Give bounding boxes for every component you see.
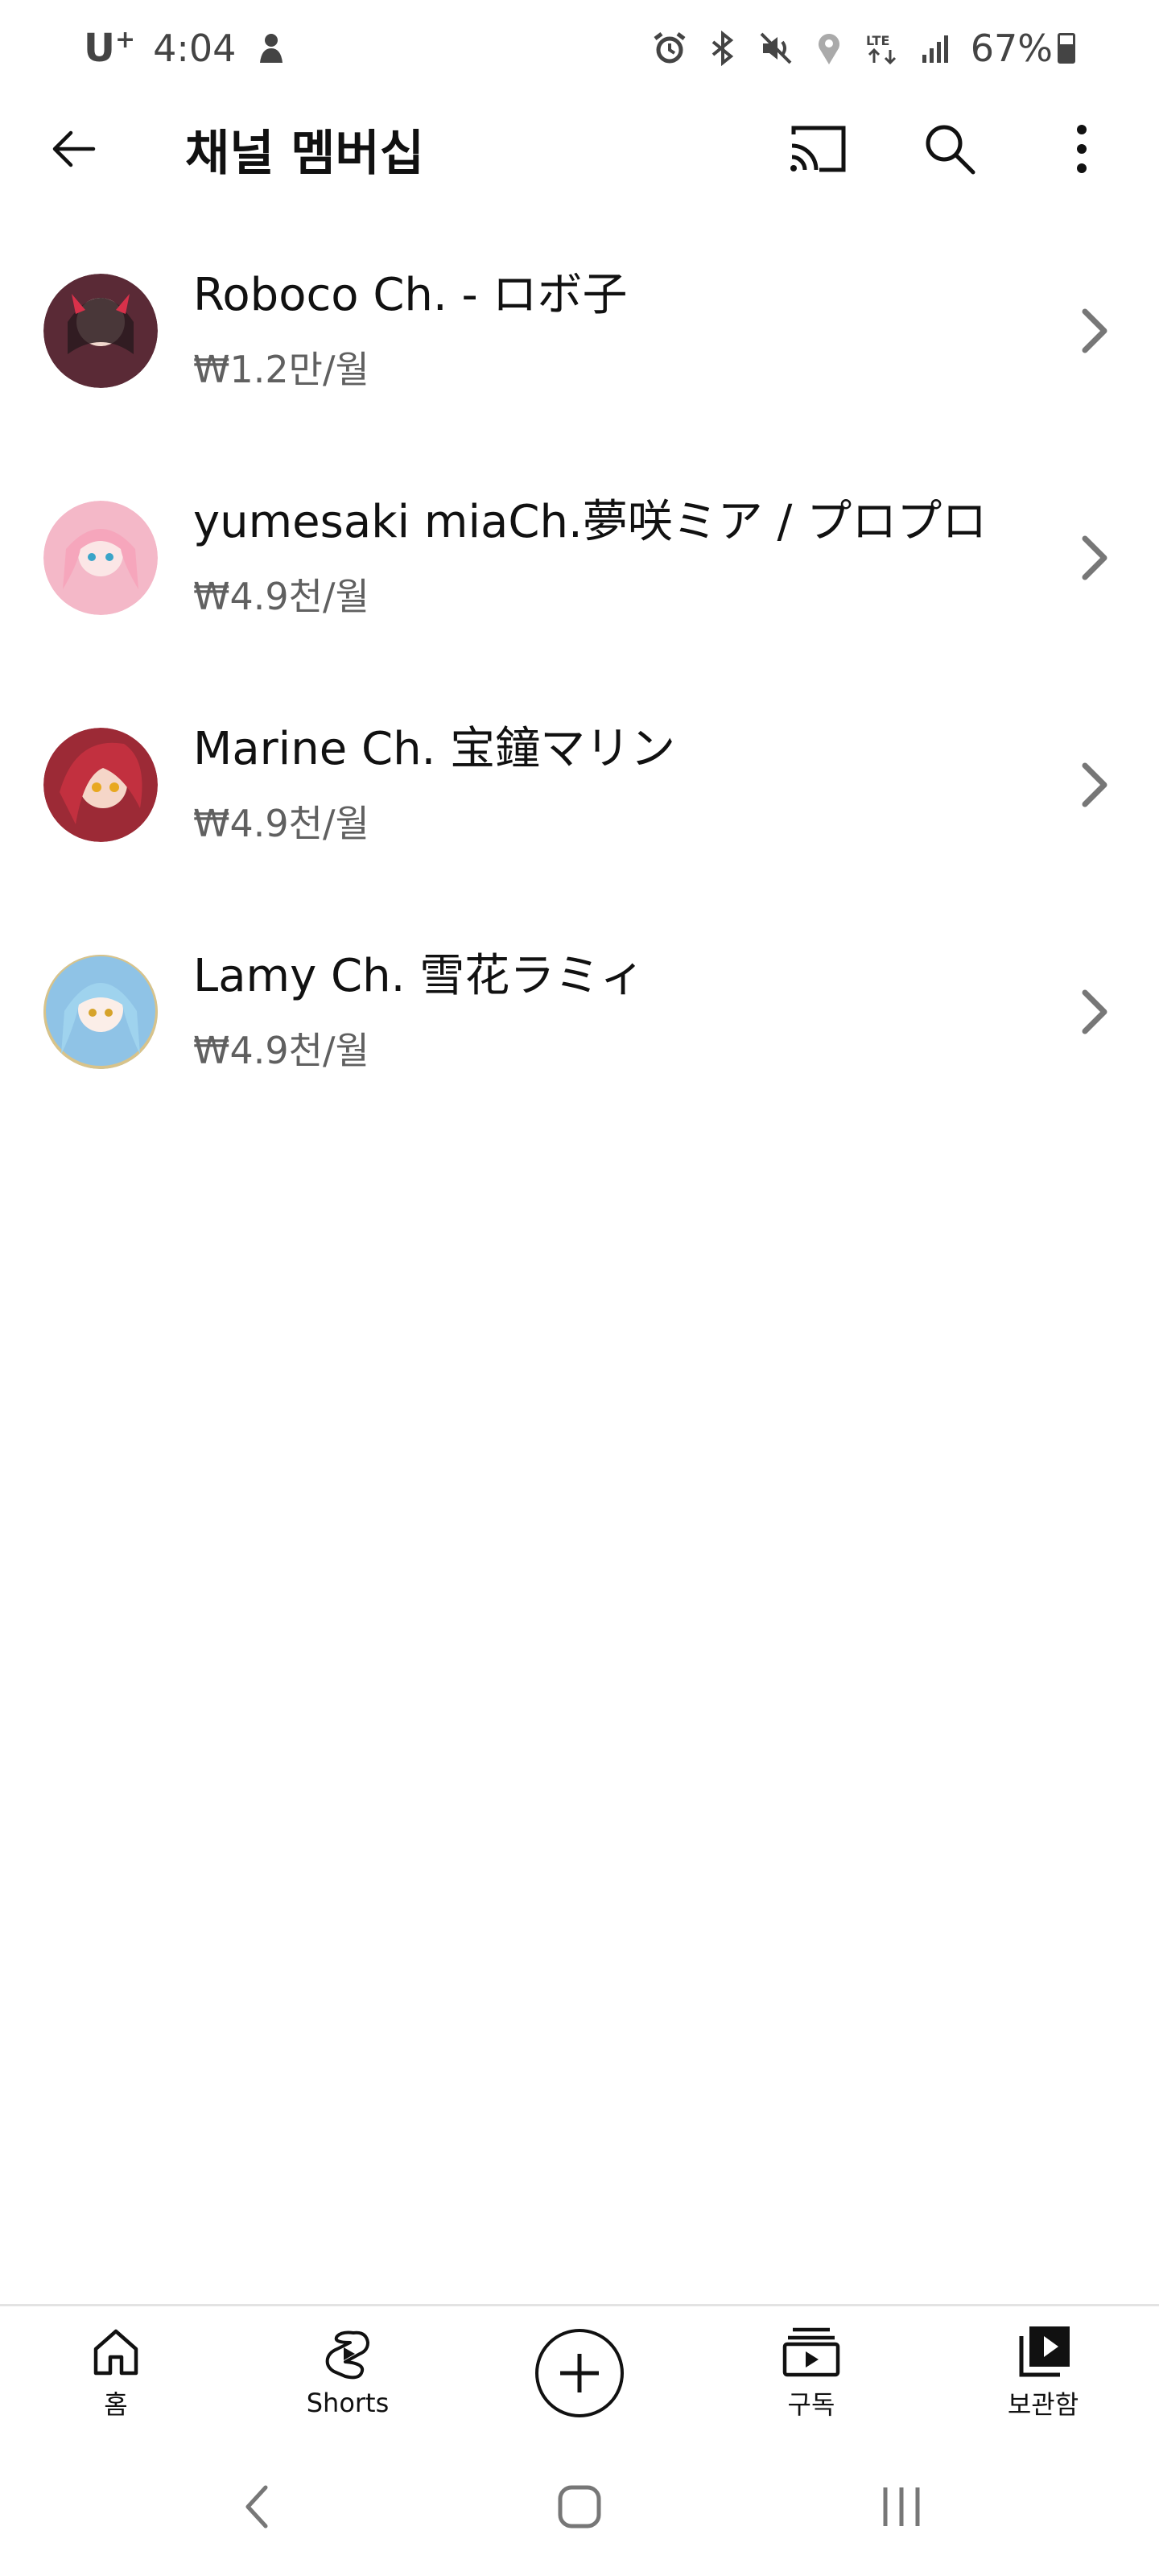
alarm-icon (652, 31, 687, 66)
membership-info: yumesaki miaCh.夢咲ミア / プロプロ ₩4.9천/월 (193, 495, 1062, 620)
battery-fill (1060, 43, 1073, 61)
nav-label-home: 홈 (104, 2389, 128, 2420)
person-icon (254, 31, 289, 66)
status-right: LTE 67% (652, 27, 1075, 70)
channel-avatar (43, 501, 158, 615)
chevron-right-icon (1062, 526, 1127, 590)
channel-name: Lamy Ch. 雪花ラミィ (193, 950, 645, 1003)
cast-icon (790, 126, 846, 172)
status-bar: U+ 4:04 LTE 67% (0, 0, 1159, 97)
chevron-right-icon (1062, 753, 1127, 817)
membership-price: ₩4.9천/월 (193, 1028, 369, 1072)
channel-name: Roboco Ch. - ロボ子 (193, 269, 628, 322)
membership-price: ₩1.2만/월 (193, 347, 369, 391)
membership-price: ₩4.9천/월 (193, 801, 369, 845)
create-icon (560, 2354, 599, 2392)
channel-avatar (43, 955, 158, 1069)
nav-label-library: 보관함 (1007, 2389, 1079, 2420)
channel-name: Marine Ch. 宝鐘マリン (193, 723, 676, 776)
status-time: 4:04 (153, 27, 237, 70)
membership-item[interactable]: Roboco Ch. - ロボ子 ₩1.2만/월 (0, 217, 1159, 444)
library-icon (1019, 2326, 1070, 2377)
search-icon (926, 125, 975, 175)
membership-item[interactable]: yumesaki miaCh.夢咲ミア / プロプロ ₩4.9천/월 (0, 444, 1159, 671)
chevron-right-icon (1062, 299, 1127, 363)
channel-avatar (43, 274, 158, 388)
system-home-icon (558, 2485, 601, 2529)
nav-item-home[interactable]: 홈 (0, 2306, 232, 2440)
signal-icon (918, 31, 953, 66)
system-recents-button[interactable] (845, 2458, 958, 2555)
search-button[interactable] (905, 104, 995, 194)
bluetooth-icon (705, 30, 740, 67)
arrow-back-icon (52, 130, 96, 167)
more-options-button[interactable] (1037, 104, 1127, 194)
system-back-icon (245, 2485, 268, 2529)
app-bar-actions (773, 104, 1127, 194)
chevron-right-icon (1062, 980, 1127, 1044)
svg-text:LTE: LTE (866, 33, 889, 48)
carrier-name: U (84, 26, 115, 71)
battery-indicator: 67% (971, 27, 1075, 70)
membership-item[interactable]: Lamy Ch. 雪花ラミィ ₩4.9천/월 (0, 898, 1159, 1125)
channel-avatar (43, 728, 158, 842)
nav-item-library[interactable]: 보관함 (927, 2306, 1159, 2440)
battery-percent: 67% (970, 27, 1053, 70)
membership-price: ₩4.9천/월 (193, 574, 369, 618)
membership-list: Roboco Ch. - ロボ子 ₩1.2만/월 yumesaki miaCh.… (0, 217, 1159, 1125)
app-bar: 채널 멤버십 (0, 97, 1159, 201)
membership-info: Lamy Ch. 雪花ラミィ ₩4.9천/월 (193, 949, 1062, 1074)
home-icon (93, 2329, 138, 2376)
location-icon (811, 31, 847, 66)
create-button[interactable] (535, 2329, 624, 2417)
nav-item-subscriptions[interactable]: 구독 (695, 2306, 927, 2440)
system-recents-icon (883, 2487, 920, 2526)
system-home-button[interactable] (523, 2458, 636, 2555)
status-left: U+ 4:04 (84, 26, 289, 71)
membership-info: Roboco Ch. - ロボ子 ₩1.2만/월 (193, 268, 1062, 393)
battery-icon (1058, 33, 1075, 64)
subscriptions-icon (782, 2327, 840, 2377)
shorts-icon (325, 2330, 369, 2380)
membership-info: Marine Ch. 宝鐘マリン ₩4.9천/월 (193, 722, 1062, 847)
nav-item-shorts[interactable]: Shorts (232, 2306, 464, 2440)
carrier-label: U+ (84, 26, 135, 71)
nav-label-shorts: Shorts (306, 2388, 390, 2418)
back-button[interactable] (32, 101, 129, 197)
page-title: 채널 멤버십 (185, 125, 424, 182)
nav-label-subscriptions: 구독 (787, 2389, 835, 2420)
channel-name: yumesaki miaCh.夢咲ミア / プロプロ (193, 496, 988, 549)
system-back-button[interactable] (201, 2458, 314, 2555)
system-navigation-bar (0, 2438, 1159, 2576)
carrier-plus: + (114, 26, 136, 54)
bottom-navigation: 홈 Shorts 구독 보관함 (0, 2304, 1159, 2440)
membership-item[interactable]: Marine Ch. 宝鐘マリン ₩4.9천/월 (0, 671, 1159, 898)
lte-icon: LTE (864, 31, 900, 66)
more-vert-icon (1077, 125, 1087, 173)
cast-button[interactable] (773, 104, 863, 194)
nav-item-create[interactable] (464, 2306, 695, 2440)
mute-icon (758, 31, 794, 66)
